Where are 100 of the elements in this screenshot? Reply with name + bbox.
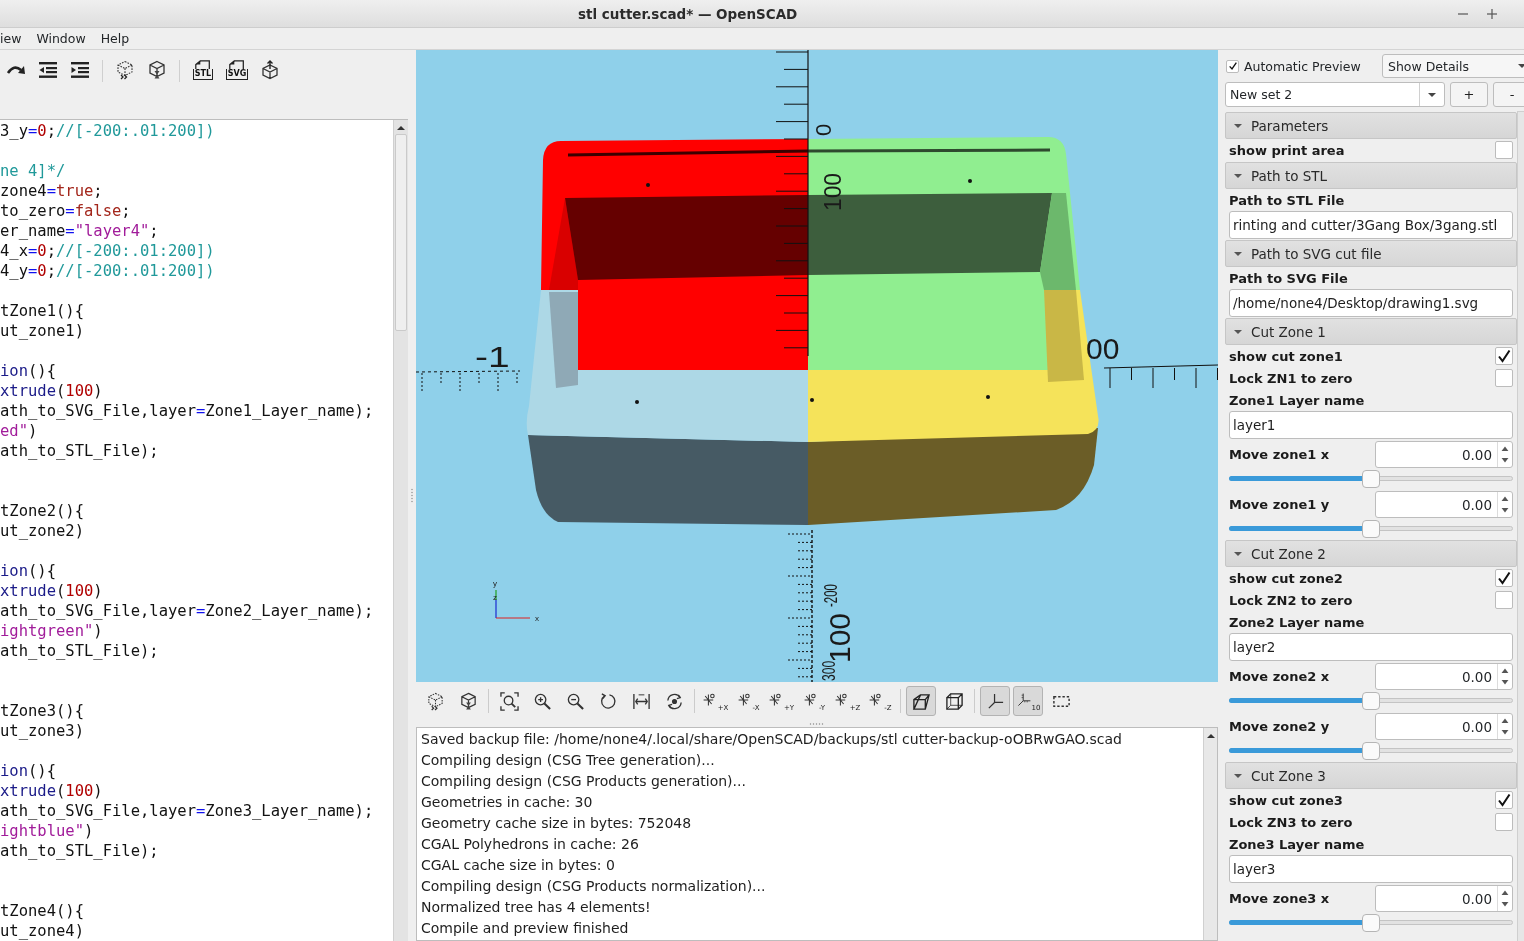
code-editor[interactable] [0,120,408,941]
zoom-in-icon [532,691,552,711]
field-label: Move zone1 y [1229,497,1330,512]
code-line: tZone3(){ [0,701,85,721]
slider-handle[interactable] [1362,692,1380,710]
section-header[interactable]: Path to STL [1225,162,1517,189]
code-line: ightblue") [0,821,95,841]
point-marker-icon [968,179,972,183]
menu-item[interactable]: Help [100,31,130,46]
text-field[interactable]: rinting and cutter/3Gang Box/3gang.stl [1229,211,1513,239]
field-label: Move zone2 x [1229,669,1330,684]
slider-handle[interactable] [1362,520,1380,538]
section-header[interactable]: Cut Zone 1 [1225,318,1517,345]
code-line: ut_zone4) [0,921,85,941]
dotted-cube-icon[interactable] [115,60,135,80]
checkbox[interactable] [1495,141,1513,159]
show-axes-button[interactable] [980,686,1010,716]
field-label: Move zone1 x [1229,447,1330,462]
text-field[interactable]: layer3 [1229,855,1513,883]
scrollbar[interactable] [1203,728,1217,940]
spin-box[interactable]: 0.00 [1375,491,1513,518]
point-marker-icon [810,398,814,402]
console-line: Saved backup file: /home/none4/.local/share/OpenSCAD/backups/stl cutter-backup-oOBRwGAO.scad [421,730,1123,749]
cube-hourglass-icon[interactable] [147,60,167,80]
slider[interactable] [1229,469,1513,489]
slider[interactable] [1229,519,1513,539]
slider-handle[interactable] [1362,742,1380,760]
code-line: er_name="layer4"; [0,221,160,241]
checkbox[interactable] [1226,59,1239,73]
point-marker-icon [635,400,639,404]
slider[interactable] [1229,741,1513,761]
grip-dots-icon[interactable] [809,722,825,725]
scroll-up-arrow-icon[interactable] [1205,732,1216,740]
scrollbar-thumb[interactable] [395,134,407,331]
console-line: Compiling design (CSG Tree generation)... [421,751,716,770]
document-icon [227,60,247,69]
scroll-up-arrow-icon[interactable] [396,124,406,132]
menu-item[interactable]: Window [36,31,86,46]
perspective-button[interactable] [906,686,936,716]
field-label: show cut zone1 [1229,348,1343,364]
spin-box[interactable]: 0.00 [1375,663,1513,690]
text-field[interactable]: layer2 [1229,633,1513,661]
code-line: to_zero=false; [0,201,132,221]
slider-handle[interactable] [1362,470,1380,488]
field-label: Move zone2 y [1229,719,1330,734]
section-header[interactable]: Cut Zone 3 [1225,762,1517,789]
indent-icon[interactable] [70,60,90,80]
code-line: ion(){ [0,361,57,381]
preset-button[interactable]: + [1450,82,1488,107]
details-dropdown[interactable]: Show Details [1382,54,1524,78]
section-header[interactable]: Parameters [1225,112,1517,139]
axis-label: -1 [475,340,510,374]
menu-item[interactable]: iew [0,31,22,46]
checkbox[interactable] [1495,569,1513,587]
checkbox-label: Automatic Preview [1244,58,1361,74]
caret-icon [1517,63,1524,69]
console-line: CGAL cache size in bytes: 0 [421,856,616,875]
spin-box[interactable]: 0.00 [1375,441,1513,468]
slider-handle[interactable] [1362,914,1380,932]
checkbox[interactable] [1495,369,1513,387]
axis-star-icon [767,692,784,708]
checkbox[interactable] [1495,347,1513,365]
checkbox[interactable] [1495,591,1513,609]
field-label: show cut zone3 [1229,792,1343,808]
section-header[interactable]: Cut Zone 2 [1225,540,1517,567]
caret-icon [1427,91,1437,98]
axis-star-icon [803,692,819,708]
scrollbar[interactable] [393,120,408,941]
console-line: Geometry cache size in bytes: 752048 [421,814,693,833]
text-field[interactable]: layer1 [1229,411,1513,439]
field-label: Lock ZN2 to zero [1229,592,1353,608]
axis-label: 300 [818,660,839,681]
text-field[interactable]: /home/none4/Desktop/drawing1.svg [1229,289,1513,317]
code-line: tZone2(){ [0,501,85,521]
field-label: Zone2 Layer name [1229,614,1365,630]
console-line: Compiling design (CSG Products generation)... [421,772,747,791]
cube-arrow-icon[interactable] [260,60,280,80]
slider[interactable] [1229,691,1513,711]
preset-dropdown[interactable]: New set 2 [1225,82,1445,107]
field-label: Path to SVG File [1229,270,1348,286]
axis-letter: y [493,579,497,588]
circular-arrow-icon [598,691,618,711]
axis-star-icon [833,692,850,708]
checkmark-icon [1497,793,1511,807]
checkbox[interactable] [1495,791,1513,809]
code-line: ed") [0,421,39,441]
code-line: 4_y=0;//[-200:.01:200]) [0,261,216,281]
section-header[interactable]: Path to SVG cut file [1225,240,1517,267]
unindent-icon[interactable] [38,60,58,80]
field-label: Zone1 Layer name [1229,392,1365,408]
checkbox[interactable] [1495,813,1513,831]
rotate-arrows-icon [664,691,684,711]
console-line: CGAL Polyhedrons in cache: 26 [421,835,640,854]
slider[interactable] [1229,913,1513,933]
preset-button[interactable]: - [1493,82,1524,107]
spin-box[interactable]: 0.00 [1375,885,1513,912]
maximize-icon[interactable] [1486,7,1498,20]
document-icon [193,60,213,69]
spin-box[interactable]: 0.00 [1375,713,1513,740]
console-line: Normalized tree has 4 elements! [421,898,652,917]
